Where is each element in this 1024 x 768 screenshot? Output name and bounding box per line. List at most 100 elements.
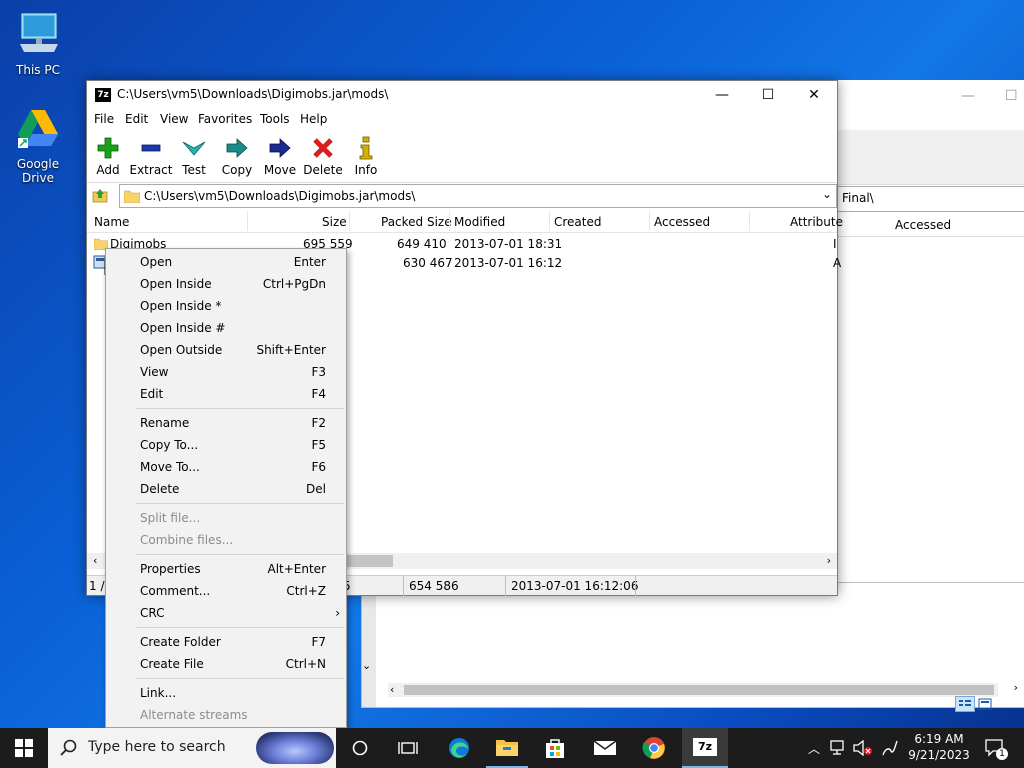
taskbar-search-box[interactable]: Type here to search [48,728,336,768]
status-selection: 1 / [89,579,105,593]
desktop-icon-label: This PC [16,63,60,77]
menu-file[interactable]: File [94,112,114,126]
context-menu: Open Enter Open Inside Ctrl+PgDn Open Insi… [105,248,347,728]
desktop-icon-label: Google Drive [16,157,60,185]
scroll-right-icon[interactable]: › [1014,681,1018,694]
desktop-icon-this-pc[interactable]: This PC [0,10,76,77]
7zip-app-icon: 7z [693,738,717,756]
google-drive-icon [18,110,58,148]
cortana-circle-icon [352,740,368,756]
taskbar-file-explorer[interactable] [486,728,528,768]
menu-item-combine-files: Combine files... [140,533,234,547]
address-text: C:\Users\vm5\Downloads\Digimobs.jar\mods… [144,189,416,203]
menu-separator [136,554,344,555]
menu-item-open[interactable]: Open Enter [140,255,326,275]
menu-item-open-inside-star[interactable]: Open Inside * [140,299,326,319]
background-hscrollbar[interactable]: ‹ [388,683,998,697]
menu-favorites[interactable]: Favorites [198,112,252,126]
taskbar-clock[interactable]: 6:19 AM 9/21/2023 [906,731,972,763]
pen-tray[interactable] [878,728,902,768]
column-created[interactable]: Created [554,215,602,229]
details-view-icon[interactable] [955,696,995,712]
scroll-left-icon[interactable]: ‹ [390,683,394,696]
extract-minus-icon [141,144,161,152]
taskbar-chrome[interactable] [632,728,676,768]
column-name[interactable]: Name [94,215,129,229]
menu-item-create-file[interactable]: Create File Ctrl+N [140,657,326,677]
folder-up-icon[interactable] [92,187,108,203]
status-modified: 2013-07-01 16:12:06 [511,579,639,593]
menu-item-copy-to[interactable]: Copy To... F5 [140,438,326,458]
info-button[interactable]: Info [343,135,389,177]
start-button[interactable] [0,728,48,768]
scroll-left-icon[interactable]: ‹ [93,553,97,569]
menu-item-create-folder[interactable]: Create Folder F7 [140,635,326,655]
menu-item-rename[interactable]: Rename F2 [140,416,326,436]
menu-item-properties[interactable]: Properties Alt+Enter [140,562,326,582]
status-packed: 654 586 [409,579,459,593]
menu-view[interactable]: View [160,112,188,126]
menu-help[interactable]: Help [300,112,327,126]
chevron-down-icon[interactable]: ⌄ [822,187,832,201]
taskbar-mail[interactable] [584,728,626,768]
scroll-right-icon[interactable]: › [827,553,831,569]
close-button[interactable]: ✕ [791,81,837,109]
menu-item-edit[interactable]: Edit F4 [140,387,326,407]
delete-button[interactable]: Delete [300,135,346,177]
maximize-icon[interactable]: ☐ [1005,88,1018,104]
desktop-icon-google-drive[interactable]: Google Drive [0,104,76,185]
taskbar-edge[interactable] [438,728,480,768]
address-field[interactable]: C:\Users\vm5\Downloads\Digimobs.jar\mods… [119,184,837,208]
computer-icon [20,13,58,52]
column-accessed[interactable]: Accessed [654,215,710,229]
extract-button[interactable]: Extract [128,135,174,177]
column-modified[interactable]: Modified [454,215,505,229]
column-size[interactable]: Size [322,215,347,229]
menu-item-crc[interactable]: CRC › [140,606,340,626]
move-button[interactable]: Move [257,135,303,177]
chevron-down-icon[interactable]: ⌄ [362,659,371,672]
7zip-app-icon: 7z [95,88,111,102]
column-packed-size[interactable]: Packed Size [381,215,452,229]
minimize-button[interactable]: — [699,81,745,109]
menu-item-link[interactable]: Link... [140,686,326,706]
action-center-button[interactable]: 1 [980,728,1010,768]
titlebar[interactable]: 7z C:\Users\vm5\Downloads\Digimobs.jar\m… [87,81,837,109]
copy-button[interactable]: Copy [214,135,260,177]
info-icon [359,136,373,160]
menu-item-split-file: Split file... [140,511,201,525]
add-button[interactable]: Add [85,135,131,177]
menu-edit[interactable]: Edit [125,112,148,126]
volume-tray[interactable] [852,728,874,768]
windows-logo-icon [15,739,33,757]
menu-item-open-inside-hash[interactable]: Open Inside # [140,321,326,341]
taskbar-7zip[interactable]: 7z [682,728,728,768]
address-bar: C:\Users\vm5\Downloads\Digimobs.jar\mods… [87,183,837,209]
file-explorer-icon [496,740,518,756]
background-7zip-window[interactable]: — ☐ Final\ Accessed ‹ ⌄ › [361,80,1024,712]
show-hidden-icons-button[interactable]: ︿ [804,728,824,768]
menu-item-view[interactable]: View F3 [140,365,326,385]
menu-tools[interactable]: Tools [260,112,290,126]
menu-item-move-to[interactable]: Move To... F6 [140,460,326,480]
scroll-thumb[interactable] [404,685,994,695]
menu-item-open-inside[interactable]: Open Inside Ctrl+PgDn [140,277,326,297]
task-view-button[interactable] [388,728,428,768]
taskbar-store[interactable] [534,728,576,768]
chevron-right-icon: › [335,606,340,620]
test-button[interactable]: Test [171,135,217,177]
background-lower-pane: ‹ ⌄ › [361,582,1024,708]
maximize-button[interactable]: ☐ [745,81,791,109]
pen-ink-icon [882,740,898,756]
volume-muted-icon [853,740,872,756]
menu-item-delete[interactable]: Delete Del [140,482,326,502]
column-attributes[interactable]: Attribute [790,215,843,229]
network-tray[interactable] [828,728,850,768]
column-accessed[interactable]: Accessed [895,218,951,232]
clock-time: 6:19 AM [914,732,964,746]
cortana-button[interactable] [340,728,380,768]
menu-item-comment[interactable]: Comment... Ctrl+Z [140,584,326,604]
minimize-icon[interactable]: — [961,88,975,104]
microsoft-store-icon [546,739,564,758]
menu-item-open-outside[interactable]: Open Outside Shift+Enter [140,343,326,363]
